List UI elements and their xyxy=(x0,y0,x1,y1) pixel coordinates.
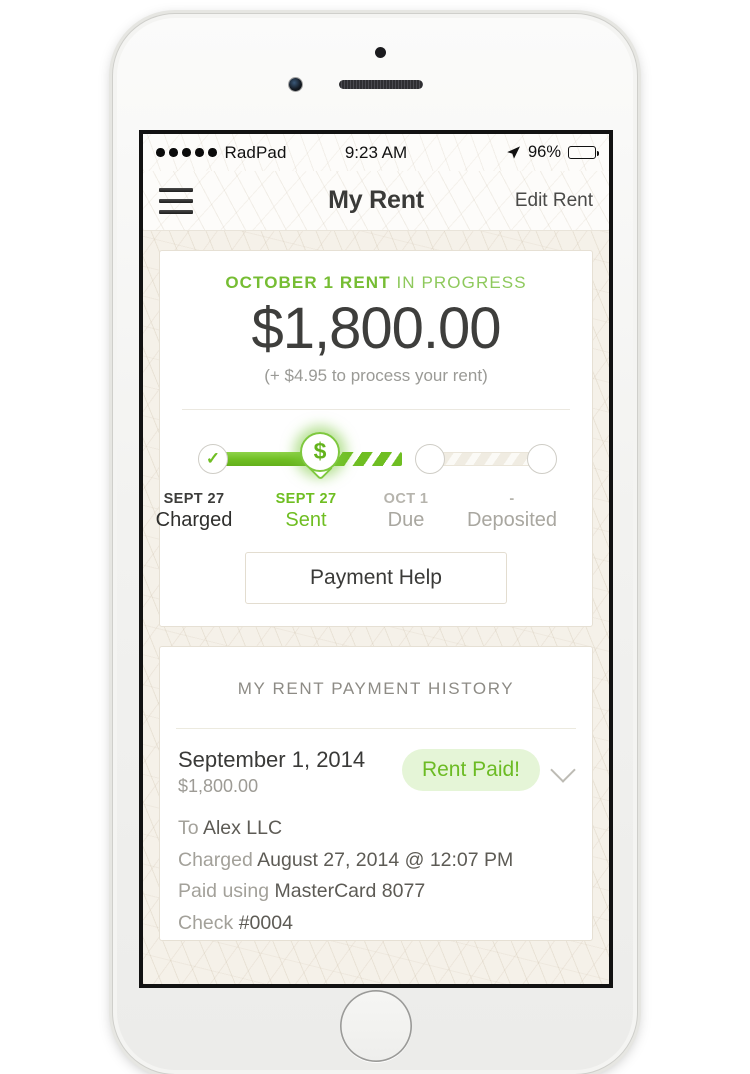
detail-line-to: To Alex LLC xyxy=(178,817,283,840)
history-list-item[interactable]: September 1, 2014 $1,800.00 Rent Paid! xyxy=(160,729,592,797)
payment-history-card: MY RENT PAYMENT HISTORY September 1, 201… xyxy=(159,645,593,941)
tracker-node-due[interactable] xyxy=(415,443,445,474)
hamburger-menu-icon[interactable] xyxy=(159,187,193,214)
history-entry-details: To Alex LLC Charged August 27, 2014 @ 12… xyxy=(160,797,592,939)
history-entry-date: September 1, 2014 xyxy=(178,746,366,772)
tracker-track xyxy=(184,451,568,466)
detail-line-check: Check #0004 xyxy=(178,912,293,935)
tracker-label-charged: SEPT 27 Charged xyxy=(155,490,233,532)
rent-fee-note: (+ $4.95 to process your rent) xyxy=(264,365,488,385)
tracker-labels: SEPT 27 Charged SEPT 27 Sent OCT 1 Due -… xyxy=(156,490,580,536)
battery-icon xyxy=(568,145,600,160)
tracker-node-deposited[interactable] xyxy=(527,443,557,474)
front-camera-icon xyxy=(289,78,302,91)
battery-percent: 96% xyxy=(527,143,561,161)
tracker-label-due: OCT 1 Due xyxy=(383,490,429,532)
location-arrow-icon xyxy=(507,146,520,159)
tracker-node-sent[interactable]: $ xyxy=(298,430,342,482)
card-divider xyxy=(182,408,570,410)
edit-rent-button[interactable]: Edit Rent xyxy=(515,190,593,212)
detail-line-charged: Charged August 27, 2014 @ 12:07 PM xyxy=(178,848,514,871)
nav-bar: My Rent Edit Rent xyxy=(143,171,609,231)
rent-status-line: OCTOBER 1 RENT IN PROGRESS xyxy=(160,273,592,293)
detail-line-paid-using: Paid using MasterCard 8077 xyxy=(178,880,426,903)
status-bar: RadPad 9:23 AM 96% xyxy=(143,134,609,171)
earpiece-speaker-icon xyxy=(339,80,423,89)
rent-amount: $1,800.00 xyxy=(251,296,501,361)
phone-device: RadPad 9:23 AM 96% My Rent Edit Rent OCT… xyxy=(113,14,637,1074)
content-area: OCTOBER 1 RENT IN PROGRESS $1,800.00 (+ … xyxy=(143,231,609,984)
check-icon: ✓ xyxy=(205,449,221,469)
phone-screen: RadPad 9:23 AM 96% My Rent Edit Rent OCT… xyxy=(143,134,609,984)
rent-status-suffix: IN PROGRESS xyxy=(396,273,527,292)
history-entry-amount: $1,800.00 xyxy=(178,776,259,797)
rent-status-prefix: OCTOBER 1 RENT xyxy=(225,273,391,292)
proximity-sensor-icon xyxy=(375,47,386,58)
dollar-icon: $ xyxy=(313,438,327,465)
payment-help-button[interactable]: Payment Help xyxy=(245,551,507,604)
current-rent-card: OCTOBER 1 RENT IN PROGRESS $1,800.00 (+ … xyxy=(156,250,593,627)
tracker-segment-due-deposited xyxy=(430,451,542,466)
chevron-down-icon[interactable] xyxy=(550,757,576,783)
history-section-title: MY RENT PAYMENT HISTORY xyxy=(237,678,515,698)
tracker-node-charged[interactable]: ✓ xyxy=(198,443,228,474)
status-badge[interactable]: Rent Paid! xyxy=(401,748,540,791)
tracker-label-sent: SEPT 27 Sent xyxy=(275,490,337,532)
tracker-label-deposited: - Deposited xyxy=(466,490,558,532)
payment-progress-tracker: ✓ $ xyxy=(184,431,568,482)
